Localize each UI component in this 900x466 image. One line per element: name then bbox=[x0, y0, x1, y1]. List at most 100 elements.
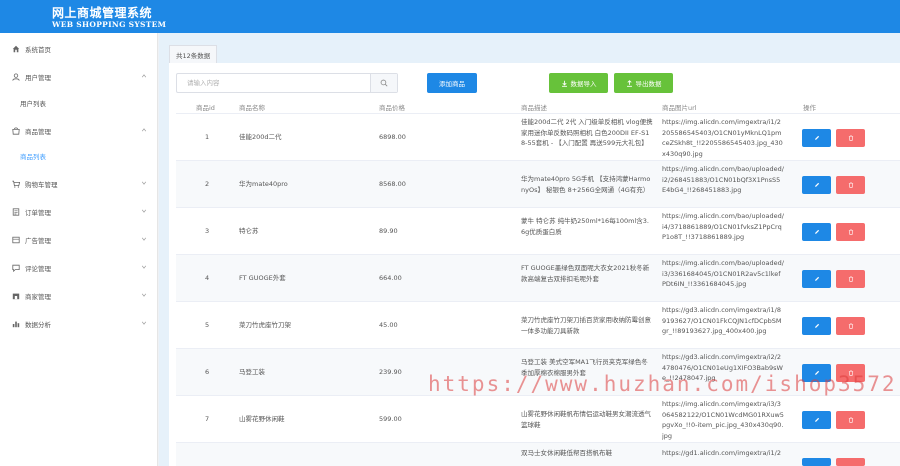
sidebar-item-ad-management[interactable]: 广告管理 bbox=[0, 227, 158, 253]
app-header: 网上商城管理系统 WEB SHOPPING SYSTEM bbox=[0, 0, 900, 33]
search-icon bbox=[380, 79, 388, 87]
goods-price: 89.90 bbox=[379, 227, 398, 235]
sidebar-item-user-list[interactable]: 用户列表 bbox=[0, 91, 158, 115]
delete-button[interactable] bbox=[836, 270, 865, 288]
edit-button[interactable] bbox=[802, 317, 831, 335]
table-row: 4 FT GUOGE外套 664.00 FT GUOGE墨绿色双面呢大衣女202… bbox=[176, 255, 900, 302]
goods-desc: 佳能200d二代 2代 入门级单反相机 vlog便携家用迷你单反数码照相机 白色… bbox=[521, 118, 653, 147]
goods-image-url: https://img.alicdn.com/imgextra/i1/22055… bbox=[662, 118, 783, 158]
goods-id: 2 bbox=[205, 180, 210, 188]
tab-data-count[interactable]: 共12条数据 bbox=[169, 45, 218, 63]
goods-name: 菜刀竹虎座竹刀架 bbox=[239, 321, 291, 329]
edit-button[interactable] bbox=[802, 411, 831, 429]
app-title: 网上商城管理系统 bbox=[52, 6, 153, 20]
export-label: 导出数据 bbox=[635, 80, 662, 88]
edit-button[interactable] bbox=[802, 270, 831, 288]
export-icon bbox=[626, 79, 636, 87]
goods-price: 599.00 bbox=[379, 415, 402, 423]
sidebar-item-data-analysis[interactable]: 数据分析 bbox=[0, 311, 158, 337]
goods-price: 239.90 bbox=[379, 368, 402, 376]
goods-desc: 山雾花野休闲鞋帆布情侣运动鞋男女潮流透气篮球鞋 bbox=[521, 410, 651, 429]
chevron-down-icon bbox=[141, 180, 148, 187]
chart-icon bbox=[11, 320, 20, 329]
goods-name: 马登工装 bbox=[239, 368, 265, 376]
sidebar-item-shop-management[interactable]: 商家管理 bbox=[0, 283, 158, 309]
sidebar-item-user-management[interactable]: 用户管理 bbox=[0, 64, 158, 90]
goods-desc: 蒙牛 特仑苏 纯牛奶250ml*16每100ml含3.6g优质蛋白质 bbox=[521, 217, 649, 236]
edit-button[interactable] bbox=[802, 364, 831, 382]
delete-button[interactable] bbox=[836, 364, 865, 382]
user-icon bbox=[11, 73, 20, 82]
sidebar-item-label: 商家管理 bbox=[25, 293, 51, 301]
delete-button[interactable] bbox=[836, 129, 865, 147]
goods-desc: 华为mate40pro 5G手机 【支持鸿蒙HarmonyOs】 秘银色 8+2… bbox=[521, 175, 651, 194]
goods-desc: 双马士女休闲鞋低帮百搭帆布鞋 bbox=[521, 449, 612, 457]
goods-desc: 马登工装 美式空军MA1飞行员夹克军绿色冬季加厚棉衣棉服男外套 bbox=[521, 358, 648, 377]
table-header: 商品id 商品名称 商品价格 商品描述 商品图片url 操作 bbox=[176, 98, 900, 114]
goods-icon bbox=[11, 127, 20, 136]
main-content: 共12条数据 添加商品 数据导入 导出数据 商品id 商品名称 商品价格 商品描… bbox=[159, 33, 900, 466]
delete-button[interactable] bbox=[836, 317, 865, 335]
table-row: 5 菜刀竹虎座竹刀架 45.00 菜刀竹虎座竹刀架刀插百货家用收纳防霉创意一体多… bbox=[176, 302, 900, 349]
delete-button[interactable] bbox=[836, 176, 865, 194]
sidebar-item-label: 评论管理 bbox=[25, 265, 51, 273]
sidebar-item-label: 订单管理 bbox=[25, 209, 51, 217]
ad-icon bbox=[11, 236, 20, 245]
chevron-down-icon bbox=[141, 320, 148, 327]
sidebar-item-cart-management[interactable]: 购物车管理 bbox=[0, 171, 158, 197]
export-data-button[interactable]: 导出数据 bbox=[614, 73, 673, 93]
table-row: 6 马登工装 239.90 马登工装 美式空军MA1飞行员夹克军绿色冬季加厚棉衣… bbox=[176, 349, 900, 396]
edit-icon bbox=[814, 229, 820, 235]
home-icon bbox=[11, 45, 20, 54]
goods-name: 佳能200d二代 bbox=[239, 133, 282, 141]
sidebar-item-comment-management[interactable]: 评论管理 bbox=[0, 255, 158, 281]
search-box bbox=[176, 73, 398, 93]
search-input[interactable] bbox=[177, 74, 372, 92]
column-header-desc: 商品描述 bbox=[521, 104, 547, 112]
sidebar-item-goods-management[interactable]: 商品管理 bbox=[0, 118, 158, 144]
trash-icon bbox=[848, 417, 854, 423]
column-header-id: 商品id bbox=[196, 104, 215, 112]
edit-button[interactable] bbox=[802, 129, 831, 147]
shop-icon bbox=[11, 292, 20, 301]
chevron-up-icon bbox=[141, 127, 148, 134]
table-row: 双马士女休闲鞋低帮百搭帆布鞋 https://gd1.alicdn.com/im… bbox=[176, 443, 900, 466]
goods-name: 山雾花野休闲鞋 bbox=[239, 415, 285, 423]
goods-image-url: https://gd3.alicdn.com/imgextra/i2/24780… bbox=[662, 353, 783, 382]
goods-image-url: https://img.alicdn.com/bao/uploaded/i3/3… bbox=[662, 259, 784, 288]
chevron-down-icon bbox=[141, 264, 148, 271]
edit-button[interactable] bbox=[802, 223, 831, 241]
delete-button[interactable] bbox=[836, 458, 865, 466]
delete-button[interactable] bbox=[836, 223, 865, 241]
table-row: 1 佳能200d二代 6898.00 佳能200d二代 2代 入门级单反相机 v… bbox=[176, 114, 900, 161]
import-icon bbox=[561, 80, 571, 87]
goods-desc: 菜刀竹虎座竹刀架刀插百货家用收纳防霉创意一体多功能刀具新款 bbox=[521, 316, 651, 335]
goods-price: 6898.00 bbox=[379, 133, 406, 141]
edit-icon bbox=[814, 417, 820, 423]
comment-icon bbox=[11, 264, 20, 273]
chevron-down-icon bbox=[141, 292, 148, 299]
trash-icon bbox=[848, 370, 854, 376]
add-goods-button[interactable]: 添加商品 bbox=[427, 73, 477, 93]
trash-icon bbox=[848, 229, 854, 235]
sidebar-item-label: 广告管理 bbox=[25, 237, 51, 245]
sidebar-item-label: 数据分析 bbox=[25, 321, 51, 329]
sidebar-item-order-management[interactable]: 订单管理 bbox=[0, 199, 158, 225]
goods-price: 8568.00 bbox=[379, 180, 406, 188]
import-data-button[interactable]: 数据导入 bbox=[549, 73, 608, 93]
goods-id: 5 bbox=[205, 321, 210, 329]
goods-image-url: https://gd1.alicdn.com/imgextra/i1/28244… bbox=[662, 449, 781, 460]
goods-image-url: https://gd3.alicdn.com/imgextra/i1/89193… bbox=[662, 306, 782, 335]
sidebar-item-home[interactable]: 系统首页 bbox=[0, 36, 158, 62]
sidebar-item-goods-list[interactable]: 商品列表 bbox=[0, 144, 158, 168]
edit-button[interactable] bbox=[802, 458, 831, 466]
goods-id: 7 bbox=[205, 415, 210, 423]
goods-name: 华为mate40pro bbox=[239, 180, 288, 188]
sidebar-item-label: 商品管理 bbox=[25, 128, 51, 136]
sidebar-menu: 系统首页 用户管理 用户列表 商品管理 商品列表 购物车管理 订单管理 广告管理… bbox=[0, 33, 158, 466]
search-button[interactable] bbox=[370, 74, 397, 92]
delete-button[interactable] bbox=[836, 411, 865, 429]
trash-icon bbox=[848, 276, 854, 282]
edit-button[interactable] bbox=[802, 176, 831, 194]
goods-id: 3 bbox=[205, 227, 210, 235]
